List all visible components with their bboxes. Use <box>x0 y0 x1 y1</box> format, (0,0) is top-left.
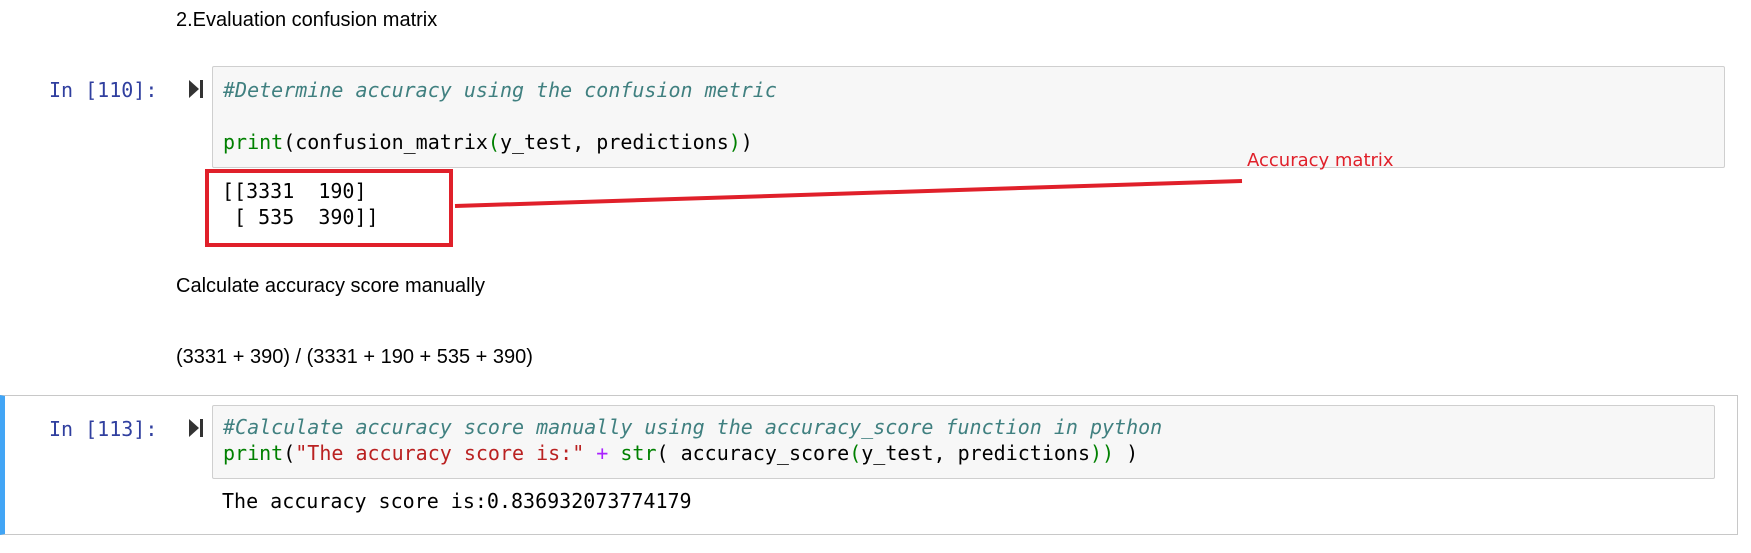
operator-plus: + <box>596 441 609 465</box>
run-cell-icon[interactable] <box>188 77 204 101</box>
cell-prompt: In [113]: <box>49 417 158 441</box>
comment-text: #Calculate accuracy score manually using… <box>223 415 1163 439</box>
code-comment: #Calculate accuracy score manually using… <box>223 414 1162 440</box>
string-literal: "The accuracy score is:" <box>295 441 585 465</box>
function-args: y_test, predictions <box>861 441 1091 465</box>
code-line: print(confusion_matrix(y_test, predictio… <box>223 129 753 155</box>
function-args: y_test, predictions <box>499 130 729 154</box>
builtin-str: str <box>620 441 657 465</box>
code-input[interactable]: #Determine accuracy using the confusion … <box>212 66 1725 168</box>
annotation-label: Accuracy matrix <box>1247 150 1394 171</box>
markdown-heading: 2.Evaluation confusion matrix <box>176 9 438 31</box>
paren: ) <box>740 130 753 154</box>
code-input[interactable]: #Calculate accuracy score manually using… <box>212 405 1715 479</box>
paren: ( <box>283 130 296 154</box>
function-name: accuracy_score <box>668 441 850 465</box>
markdown-formula: (3331 + 390) / (3331 + 190 + 535 + 390) <box>176 346 533 368</box>
cell-output: The accuracy score is:0.836932073774179 <box>222 489 692 513</box>
code-comment: #Determine accuracy using the confusion … <box>223 77 777 103</box>
markdown-calc-heading: Calculate accuracy score manually <box>176 275 486 297</box>
builtin-print: print <box>223 130 284 154</box>
highlight-box <box>205 169 453 247</box>
paren: )) <box>1090 441 1115 465</box>
code-line: print("The accuracy score is:" + str( ac… <box>223 440 1138 466</box>
paren: ( <box>283 441 296 465</box>
run-cell-icon[interactable] <box>188 416 204 440</box>
builtin-print: print <box>223 441 284 465</box>
function-name: confusion_matrix <box>295 130 488 154</box>
paren: ( <box>656 441 669 465</box>
paren: ( <box>487 130 500 154</box>
paren: ) <box>728 130 741 154</box>
comment-text: #Determine accuracy using the confusion … <box>223 78 777 102</box>
paren: ( <box>849 441 862 465</box>
paren: ) <box>1114 441 1139 465</box>
cell-prompt: In [110]: <box>49 78 158 102</box>
